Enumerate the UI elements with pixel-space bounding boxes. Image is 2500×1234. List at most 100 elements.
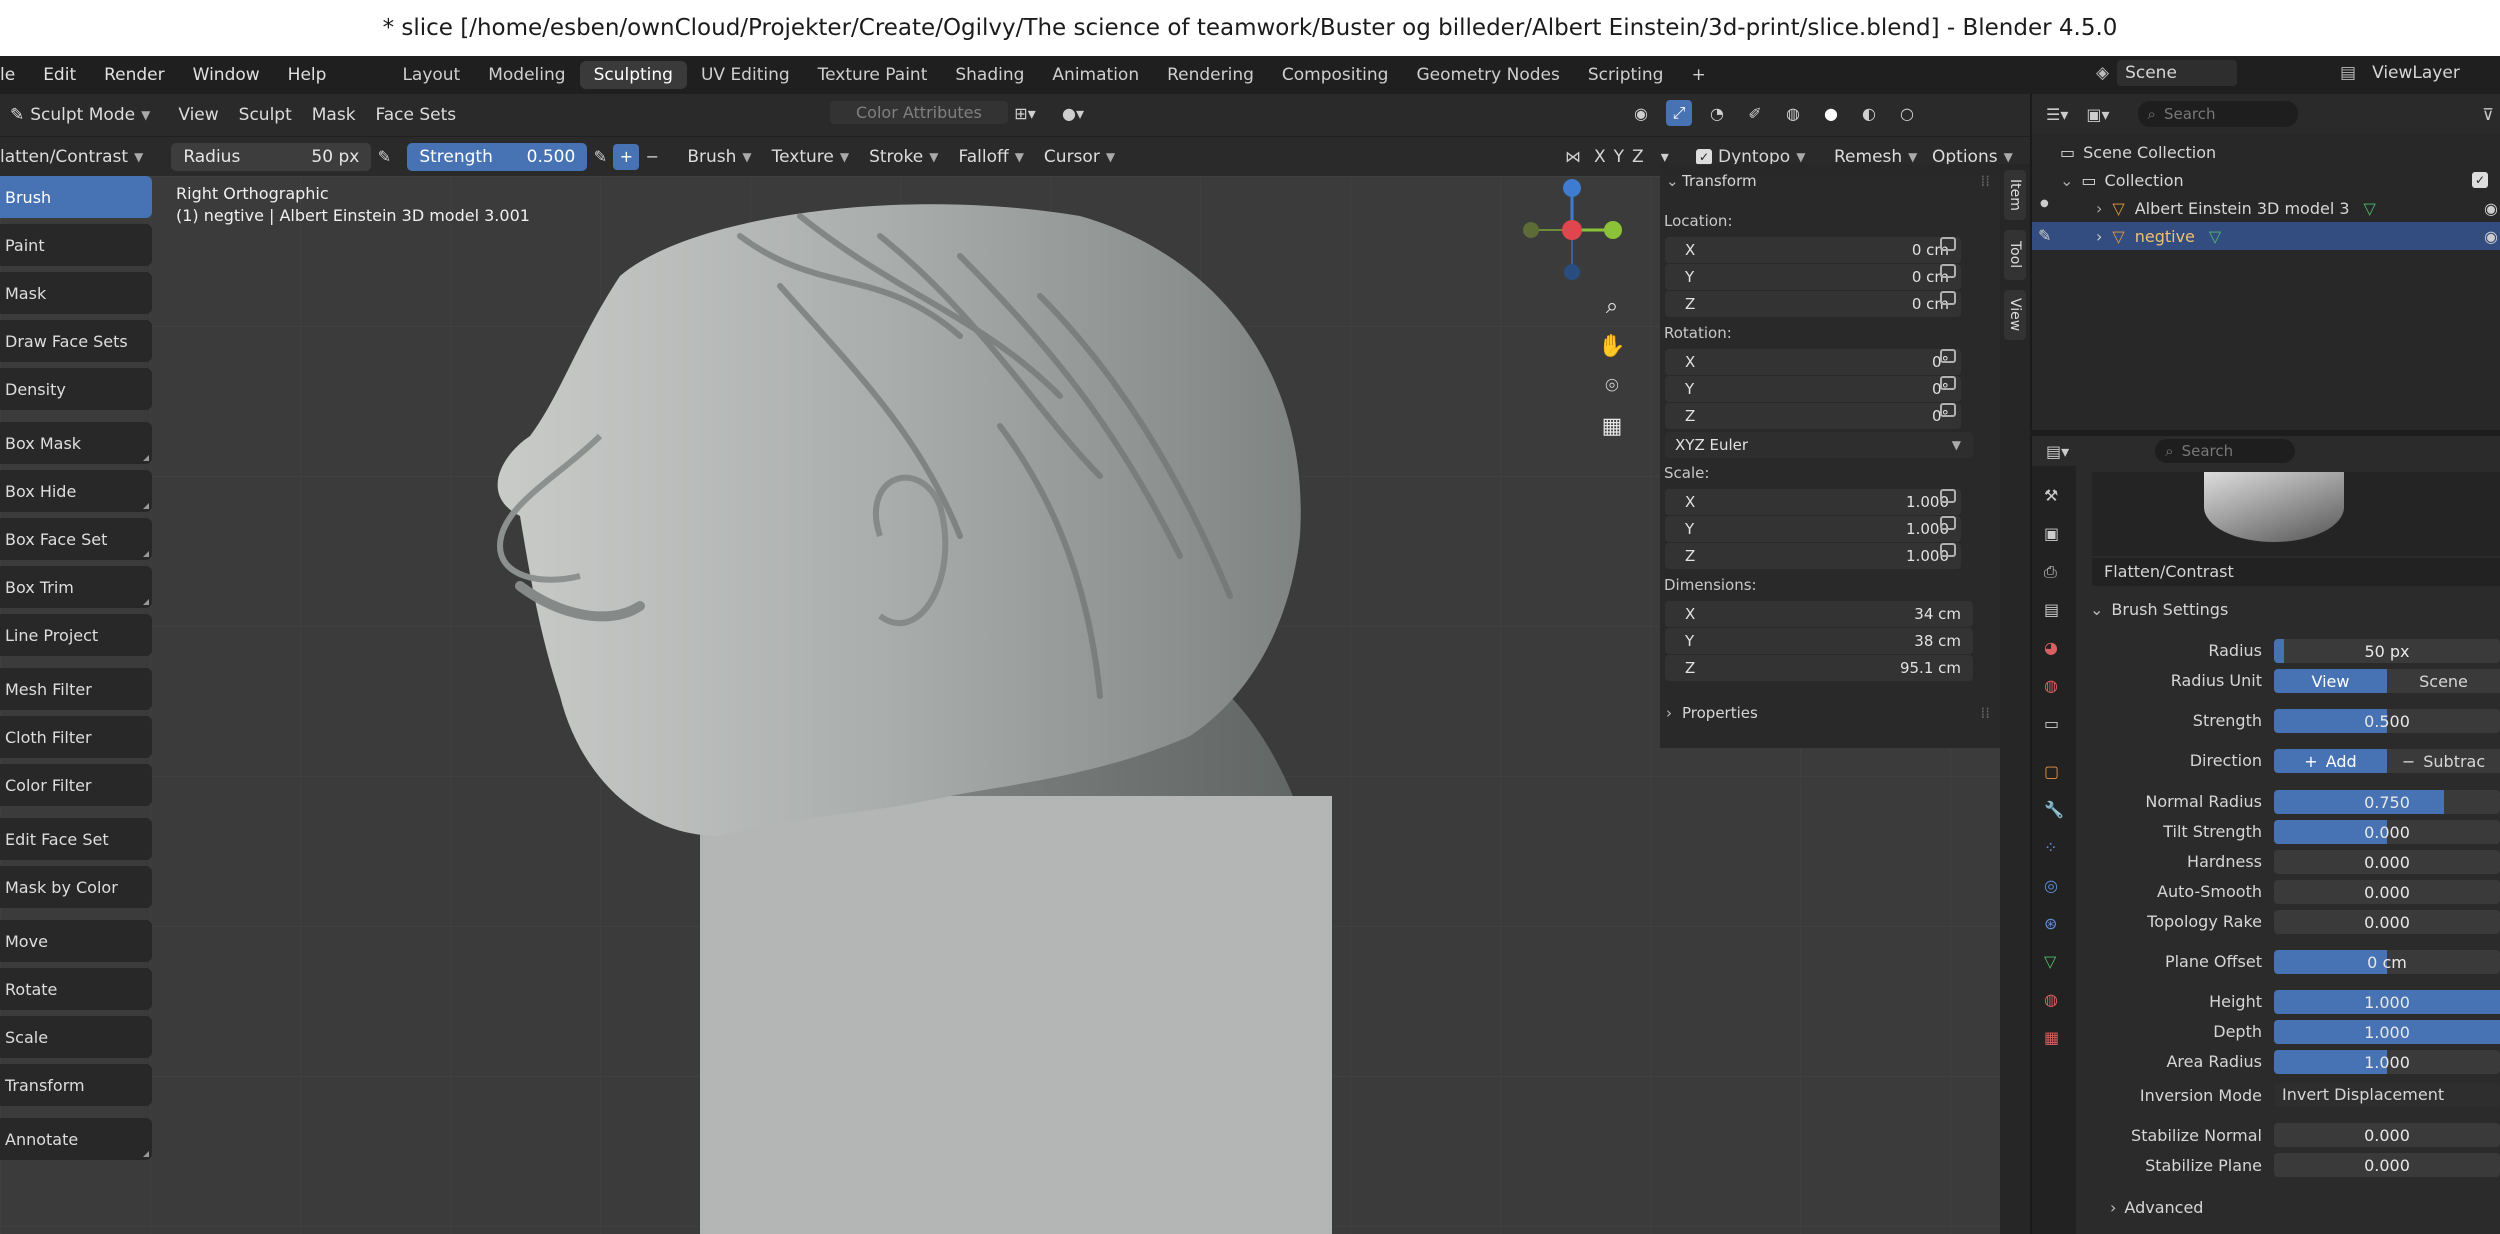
- scale-z-field[interactable]: Z 1.000: [1665, 543, 1961, 569]
- tool-paint[interactable]: Paint: [0, 224, 152, 266]
- add-workspace-button[interactable]: +: [1677, 61, 1719, 89]
- select-mode-icon[interactable]: ⊞▾: [1012, 100, 1038, 126]
- tool-scale[interactable]: Scale: [0, 1016, 152, 1058]
- symmetry-icon[interactable]: ⋈: [1560, 144, 1586, 170]
- rotation-y-field[interactable]: Y 0°: [1665, 376, 1961, 402]
- properties-subpanel-header[interactable]: › Properties ⁞⁞: [1660, 704, 2000, 732]
- stabilize-normal-field[interactable]: 0.000: [2274, 1123, 2500, 1147]
- solid-shading-icon[interactable]: ●: [1818, 100, 1844, 126]
- filter-icon[interactable]: ⊽: [2482, 105, 2494, 124]
- menu-edit[interactable]: Edit: [29, 65, 90, 85]
- visibility-icon[interactable]: ◉: [1628, 100, 1654, 126]
- wireframe-shading-icon[interactable]: ◍: [1780, 100, 1806, 126]
- properties-editor-icon[interactable]: ▤▾: [2046, 442, 2069, 461]
- color-attributes-button[interactable]: Color Attributes: [830, 101, 1008, 124]
- gizmo-toggle-icon[interactable]: ⤢: [1666, 100, 1692, 126]
- menu-face-sets[interactable]: Face Sets: [366, 102, 467, 128]
- tool-mask[interactable]: Mask: [0, 272, 152, 314]
- area-radius-field[interactable]: 1.000: [2274, 1050, 2500, 1074]
- camera-icon[interactable]: ⌾: [1594, 368, 1630, 404]
- visibility-eye-icon[interactable]: ◉: [2484, 199, 2498, 218]
- stroke-menu[interactable]: Stroke ▼: [859, 144, 948, 170]
- properties-search-input[interactable]: ⌕ Search: [2155, 439, 2296, 463]
- tab-sculpting[interactable]: Sculpting: [579, 61, 687, 89]
- lock-icon[interactable]: [1940, 376, 1956, 390]
- tool-box-mask[interactable]: Box Mask: [0, 422, 152, 464]
- output-tab-icon[interactable]: ⎙: [2044, 562, 2064, 582]
- tilt-strength-field[interactable]: 0.000: [2274, 820, 2500, 844]
- lock-icon[interactable]: [1940, 291, 1956, 305]
- tab-modeling[interactable]: Modeling: [474, 61, 579, 89]
- strength-field[interactable]: 0.500: [2274, 709, 2500, 733]
- add-direction-button[interactable]: +: [613, 143, 640, 170]
- menu-sculpt[interactable]: Sculpt: [229, 102, 302, 128]
- render-tab-icon[interactable]: ▣: [2044, 524, 2064, 544]
- hardness-field[interactable]: 0.000: [2274, 850, 2500, 874]
- tool-line-project[interactable]: Line Project: [0, 614, 152, 656]
- dimensions-z-field[interactable]: Z 95.1 cm: [1665, 655, 1973, 681]
- tab-scripting[interactable]: Scripting: [1574, 61, 1678, 89]
- tab-shading[interactable]: Shading: [941, 61, 1038, 89]
- direction-subtract[interactable]: − Subtrac: [2387, 749, 2500, 773]
- mode-dropdown[interactable]: ✎ Sculpt Mode ▼: [0, 102, 160, 128]
- tool-move[interactable]: Move: [0, 920, 152, 962]
- topology-rake-field[interactable]: 0.000: [2274, 910, 2500, 934]
- transform-header[interactable]: ⌄ Transform ⁞⁞: [1660, 172, 2000, 200]
- location-y-field[interactable]: Y0 cm: [1665, 264, 1961, 290]
- dyntopo-checkbox[interactable]: ✓: [1696, 148, 1712, 165]
- tab-rendering[interactable]: Rendering: [1153, 61, 1268, 89]
- menu-render[interactable]: Render: [90, 65, 179, 85]
- rotation-mode-dropdown[interactable]: XYZ Euler ▼: [1665, 432, 1973, 458]
- tool-box-hide[interactable]: Box Hide: [0, 470, 152, 512]
- texture-menu[interactable]: Texture ▼: [762, 144, 859, 170]
- tool-color-filter[interactable]: Color Filter: [0, 764, 152, 806]
- height-field[interactable]: 1.000: [2274, 990, 2500, 1014]
- tool-mesh-filter[interactable]: Mesh Filter: [0, 668, 152, 710]
- tab-animation[interactable]: Animation: [1038, 61, 1153, 89]
- scene-collection-row[interactable]: ▭ Scene Collection: [2032, 138, 2500, 166]
- strength-pressure-icon[interactable]: ✎: [587, 144, 613, 170]
- brush-menu[interactable]: Brush ▼: [677, 144, 761, 170]
- brush-selector[interactable]: latten/Contrast ▼: [0, 144, 153, 170]
- grid-perspective-icon[interactable]: ▦: [1594, 408, 1630, 444]
- scene-selector[interactable]: ◈ Scene: [2096, 60, 2237, 86]
- viewlayer-selector[interactable]: ▤ ViewLayer: [2340, 60, 2468, 86]
- tool-rotate[interactable]: Rotate: [0, 968, 152, 1010]
- depth-field[interactable]: 1.000: [2274, 1020, 2500, 1044]
- subtract-direction-button[interactable]: −: [639, 144, 665, 170]
- tool-cloth-filter[interactable]: Cloth Filter: [0, 716, 152, 758]
- radius-unit-scene[interactable]: Scene: [2387, 669, 2500, 693]
- rotation-z-field[interactable]: Z 0°: [1665, 403, 1961, 429]
- radius-unit-view[interactable]: View: [2274, 669, 2387, 693]
- dimensions-y-field[interactable]: Y 38 cm: [1665, 628, 1973, 654]
- tool-annotate[interactable]: Annotate: [0, 1118, 152, 1160]
- rendered-shading-icon[interactable]: ○: [1894, 100, 1920, 126]
- collection-row[interactable]: ⌄ ▭ Collection ✓: [2032, 166, 2500, 194]
- lock-icon[interactable]: [1940, 403, 1956, 417]
- tool-draw-face-sets[interactable]: Draw Face Sets: [0, 320, 152, 362]
- tab-tool[interactable]: Tool: [2004, 230, 2026, 280]
- pan-hand-icon[interactable]: ✋: [1594, 328, 1630, 364]
- tool-density[interactable]: Density: [0, 368, 152, 410]
- view-layer-tab-icon[interactable]: ▤: [2044, 600, 2064, 620]
- rotation-x-field[interactable]: X 0°: [1665, 349, 1961, 375]
- menu-view[interactable]: View: [168, 102, 228, 128]
- scale-y-field[interactable]: Y 1.000: [1665, 516, 1961, 542]
- tab-view[interactable]: View: [2004, 290, 2026, 340]
- lock-icon[interactable]: [1940, 349, 1956, 363]
- zoom-icon[interactable]: ⌕: [1594, 288, 1630, 324]
- location-x-field[interactable]: X0 cm: [1665, 237, 1961, 263]
- cursor-menu[interactable]: Cursor ▼: [1034, 144, 1125, 170]
- brush-name-field[interactable]: Flatten/Contrast: [2092, 558, 2500, 586]
- tool-box-face-set[interactable]: Box Face Set: [0, 518, 152, 560]
- tab-item[interactable]: Item: [2004, 170, 2026, 220]
- stabilize-plane-field[interactable]: 0.000: [2274, 1153, 2500, 1177]
- inversion-mode-dropdown[interactable]: Invert Displacement: [2274, 1083, 2500, 1107]
- symmetry-z[interactable]: Z: [1632, 147, 1644, 167]
- outliner-item-einstein-model[interactable]: › ▽ Albert Einstein 3D model 3 ▽ ◉: [2032, 194, 2500, 222]
- tool-transform[interactable]: Transform: [0, 1064, 152, 1106]
- radius-field[interactable]: Radius 50 px: [171, 142, 372, 171]
- dimensions-x-field[interactable]: X 34 cm: [1665, 601, 1973, 627]
- plane-offset-field[interactable]: 0 cm: [2274, 950, 2500, 974]
- tool-edit-face-set[interactable]: Edit Face Set: [0, 818, 152, 860]
